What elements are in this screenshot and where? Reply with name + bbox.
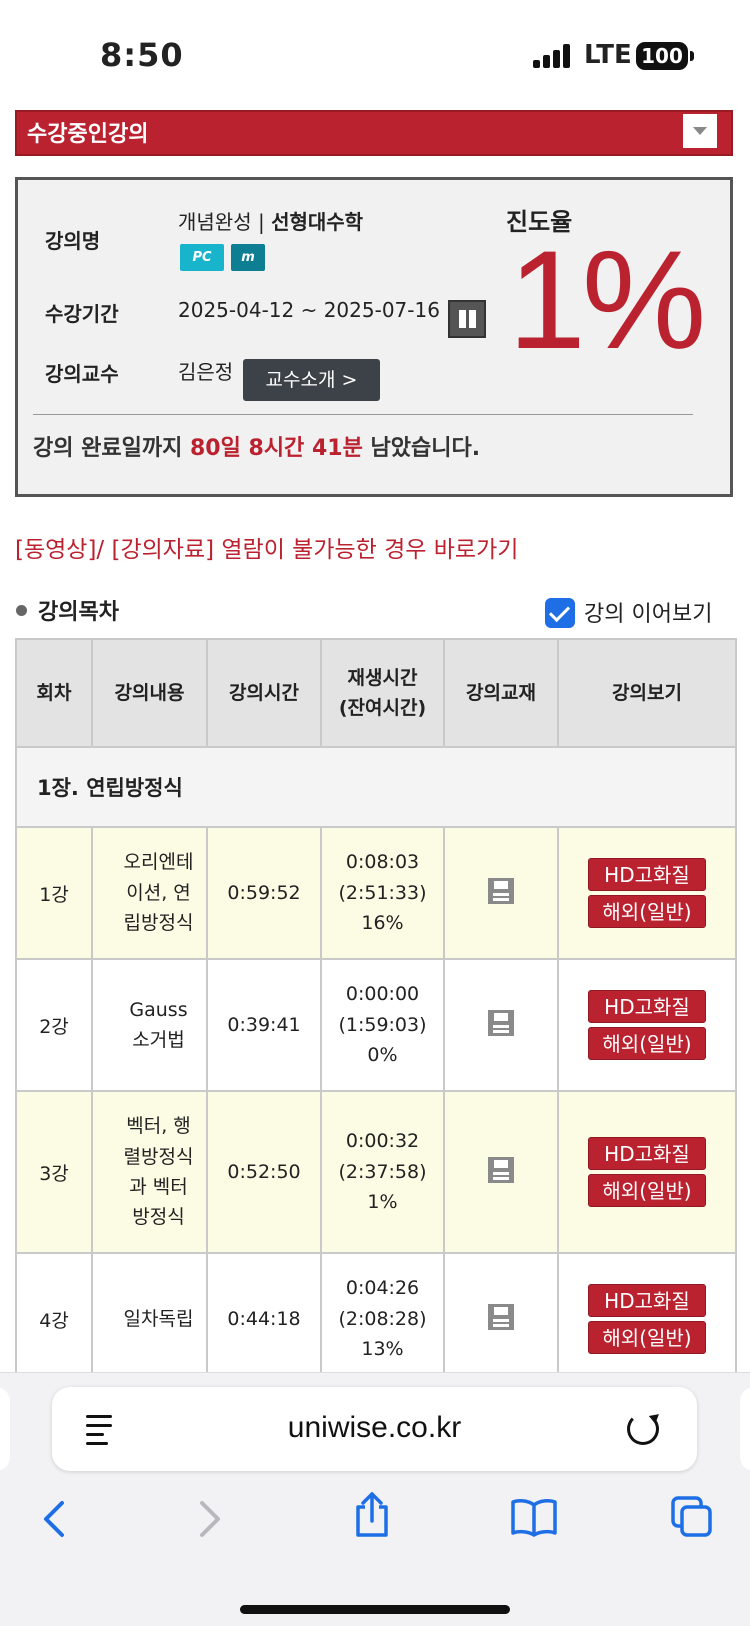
header-content: 강의내용 bbox=[91, 638, 208, 748]
chapter-row: 1장. 연립방정식 bbox=[15, 746, 737, 828]
row-book bbox=[443, 826, 559, 960]
remaining-time-text: 강의 완료일까지 80일 8시간 41분 남았습니다. bbox=[33, 436, 481, 461]
signal-icon bbox=[533, 44, 571, 68]
row-duration: 0:59:52 bbox=[206, 826, 322, 960]
browser-toolbar: uniwise.co.kr bbox=[0, 1372, 750, 1626]
row-view: HD고화질 해외(일반) bbox=[557, 1090, 737, 1254]
book-download-icon[interactable] bbox=[488, 1156, 514, 1183]
book-download-icon[interactable] bbox=[488, 1303, 514, 1330]
row-play: 0:04:26 (2:08:28) 13% bbox=[320, 1252, 445, 1386]
table-row: 4강 일차독립 0:44:18 0:04:26 (2:08:28) 13% HD고화… bbox=[15, 1252, 737, 1386]
hd-view-button[interactable]: HD고화질 bbox=[588, 990, 706, 1023]
hd-view-button[interactable]: HD고화질 bbox=[588, 1284, 706, 1317]
row-view: HD고화질 해외(일반) bbox=[557, 1252, 737, 1386]
address-bar[interactable]: uniwise.co.kr bbox=[52, 1387, 697, 1471]
row-view: HD고화질 해외(일반) bbox=[557, 826, 737, 960]
next-tab-peek[interactable] bbox=[740, 1387, 750, 1471]
home-indicator bbox=[240, 1605, 510, 1614]
row-play: 0:00:00 (1:59:03) 0% bbox=[320, 958, 445, 1092]
back-icon[interactable] bbox=[38, 1499, 68, 1539]
pc-badge-icon: PC bbox=[180, 244, 224, 271]
lecture-table: 회차 강의내용 강의시간 재생시간 (잔여시간) 강의교재 강의보기 1장. 연립… bbox=[15, 638, 737, 1386]
row-view: HD고화질 해외(일반) bbox=[557, 958, 737, 1092]
header-no: 회차 bbox=[15, 638, 93, 748]
row-play: 0:08:03 (2:51:33) 16% bbox=[320, 826, 445, 960]
divider bbox=[33, 414, 693, 415]
overseas-view-button[interactable]: 해외(일반) bbox=[588, 1027, 706, 1060]
row-book bbox=[443, 1252, 559, 1386]
row-book bbox=[443, 1090, 559, 1254]
share-icon[interactable] bbox=[352, 1491, 392, 1539]
header-duration: 강의시간 bbox=[206, 638, 322, 748]
reload-icon[interactable] bbox=[627, 1413, 659, 1445]
table-row: 1강 오리엔테 이션, 연 립방정식 0:59:52 0:08:03 (2:51:33… bbox=[15, 826, 737, 960]
course-name-label: 강의명 bbox=[45, 229, 101, 253]
status-time: 8:50 bbox=[100, 36, 184, 74]
row-duration: 0:44:18 bbox=[206, 1252, 322, 1386]
bookmarks-icon[interactable] bbox=[510, 1497, 558, 1537]
course-info-panel: 강의명 개념완성 | 선형대수학 PC m 수강기간 2025-04-12 ~ … bbox=[15, 177, 733, 497]
row-content: 벡터, 행 렬방정식 과 벡터 방정식 bbox=[91, 1090, 208, 1254]
hd-view-button[interactable]: HD고화질 bbox=[588, 1137, 706, 1170]
previous-tab-peek[interactable] bbox=[0, 1387, 10, 1471]
continue-label[interactable]: 강의 이어보기 bbox=[584, 596, 712, 628]
table-header-row: 회차 강의내용 강의시간 재생시간 (잔여시간) 강의교재 강의보기 bbox=[15, 638, 737, 748]
chevron-down-icon[interactable] bbox=[683, 114, 717, 148]
row-duration: 0:39:41 bbox=[206, 958, 322, 1092]
help-link[interactable]: [동영상]/ [강의자료] 열람이 불가능한 경우 바로가기 bbox=[15, 530, 518, 564]
table-row: 3강 벡터, 행 렬방정식 과 벡터 방정식 0:52:50 0:00:32 (2:37… bbox=[15, 1090, 737, 1254]
row-content: Gauss 소거법 bbox=[91, 958, 208, 1092]
course-select[interactable]: 수강중인강의 bbox=[15, 110, 733, 156]
forward-icon[interactable] bbox=[196, 1499, 226, 1539]
mobile-badge-icon: m bbox=[231, 244, 265, 271]
toc-title: 강의목차 bbox=[38, 600, 119, 625]
row-play: 0:00:32 (2:37:58) 1% bbox=[320, 1090, 445, 1254]
header-book: 강의교재 bbox=[443, 638, 559, 748]
book-download-icon[interactable] bbox=[488, 1009, 514, 1036]
period-label: 수강기간 bbox=[45, 302, 119, 326]
professor-label: 강의교수 bbox=[45, 362, 119, 386]
overseas-view-button[interactable]: 해외(일반) bbox=[588, 1174, 706, 1207]
row-no: 3강 bbox=[15, 1090, 93, 1254]
professor-intro-button[interactable]: 교수소개 > bbox=[243, 359, 380, 401]
url-text[interactable]: uniwise.co.kr bbox=[52, 1411, 697, 1445]
tabs-icon[interactable] bbox=[670, 1495, 714, 1539]
row-content: 오리엔테 이션, 연 립방정식 bbox=[91, 826, 208, 960]
progress-value: 1% bbox=[508, 221, 706, 378]
professor-name: 김은정 bbox=[178, 360, 234, 384]
pause-icon[interactable] bbox=[448, 300, 486, 338]
bullet-icon bbox=[16, 605, 27, 616]
header-play: 재생시간 (잔여시간) bbox=[320, 638, 445, 748]
row-content: 일차독립 bbox=[91, 1252, 208, 1386]
continue-checkbox[interactable] bbox=[545, 598, 575, 628]
row-duration: 0:52:50 bbox=[206, 1090, 322, 1254]
table-row: 2강 Gauss 소거법 0:39:41 0:00:00 (1:59:03) 0% H… bbox=[15, 958, 737, 1092]
hd-view-button[interactable]: HD고화질 bbox=[588, 858, 706, 891]
network-label: LTE bbox=[584, 40, 632, 70]
status-bar: 8:50 LTE 100 bbox=[0, 0, 750, 110]
overseas-view-button[interactable]: 해외(일반) bbox=[588, 895, 706, 928]
course-select-label: 수강중인강의 bbox=[27, 122, 149, 147]
period-value: 2025-04-12 ~ 2025-07-16 bbox=[178, 298, 440, 322]
course-name: 개념완성 | 선형대수학 bbox=[178, 210, 364, 234]
battery-icon: 100 bbox=[636, 42, 694, 70]
chapter-title: 1장. 연립방정식 bbox=[15, 746, 737, 828]
overseas-view-button[interactable]: 해외(일반) bbox=[588, 1321, 706, 1354]
header-view: 강의보기 bbox=[557, 638, 737, 748]
row-book bbox=[443, 958, 559, 1092]
row-no: 1강 bbox=[15, 826, 93, 960]
row-no: 4강 bbox=[15, 1252, 93, 1386]
row-no: 2강 bbox=[15, 958, 93, 1092]
book-download-icon[interactable] bbox=[488, 877, 514, 904]
